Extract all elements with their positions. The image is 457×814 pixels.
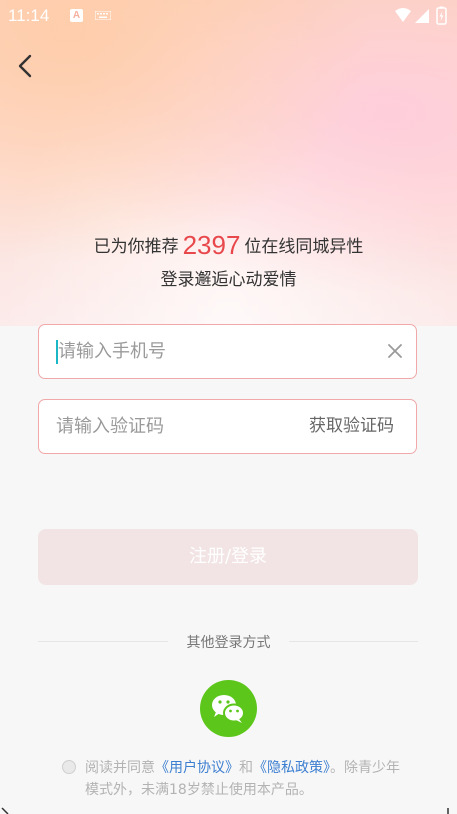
nav-back-icon <box>1 807 9 814</box>
agreement-prefix: 阅读并同意 <box>85 760 155 776</box>
chevron-left-icon <box>18 54 32 78</box>
promo-banner: 已为你推荐 2397 位在线同城异性 登录邂逅心动爱情 <box>0 228 457 294</box>
a-notification-icon: A <box>70 9 83 22</box>
agreement-text: 阅读并同意《用户协议》和《隐私政策》。除青少年模式外，未满18岁禁止使用本产品。 <box>85 757 405 801</box>
back-button[interactable] <box>12 52 40 80</box>
clear-icon[interactable] <box>388 344 402 358</box>
code-placeholder: 请输入验证码 <box>56 416 164 437</box>
agreement-and: 和 <box>239 760 253 776</box>
login-register-button[interactable]: 注册/登录 <box>38 529 418 585</box>
wifi-icon <box>395 8 411 22</box>
code-field[interactable]: 请输入验证码 获取验证码 <box>38 399 417 454</box>
promo-count: 2397 <box>182 230 241 260</box>
wechat-icon <box>212 695 245 723</box>
text-caret <box>56 340 58 364</box>
promo-tagline: 登录邂逅心动爱情 <box>160 270 297 290</box>
privacy-policy-link[interactable]: 《隐私政策》 <box>253 760 330 776</box>
promo-suffix: 位在线同城异性 <box>244 237 364 257</box>
signal-icon <box>415 9 429 23</box>
phone-placeholder: 请输入手机号 <box>58 341 166 362</box>
status-bar: 11:14 A <box>0 0 457 32</box>
promo-prefix: 已为你推荐 <box>93 237 179 257</box>
phone-field[interactable]: 请输入手机号 <box>38 324 417 379</box>
status-time: 11:14 <box>8 6 50 25</box>
get-code-button[interactable]: 获取验证码 <box>309 400 394 453</box>
user-agreement-link[interactable]: 《用户协议》 <box>155 760 239 776</box>
promo-recommend-line: 已为你推荐 2397 位在线同城异性 <box>0 228 457 264</box>
status-icons-right <box>395 6 447 25</box>
nav-bar <box>1 807 449 814</box>
agreement-checkbox[interactable] <box>62 760 76 774</box>
other-login-title: 其他登录方式 <box>186 635 271 651</box>
wechat-login-button[interactable] <box>200 680 257 737</box>
keyboard-icon <box>95 11 111 20</box>
